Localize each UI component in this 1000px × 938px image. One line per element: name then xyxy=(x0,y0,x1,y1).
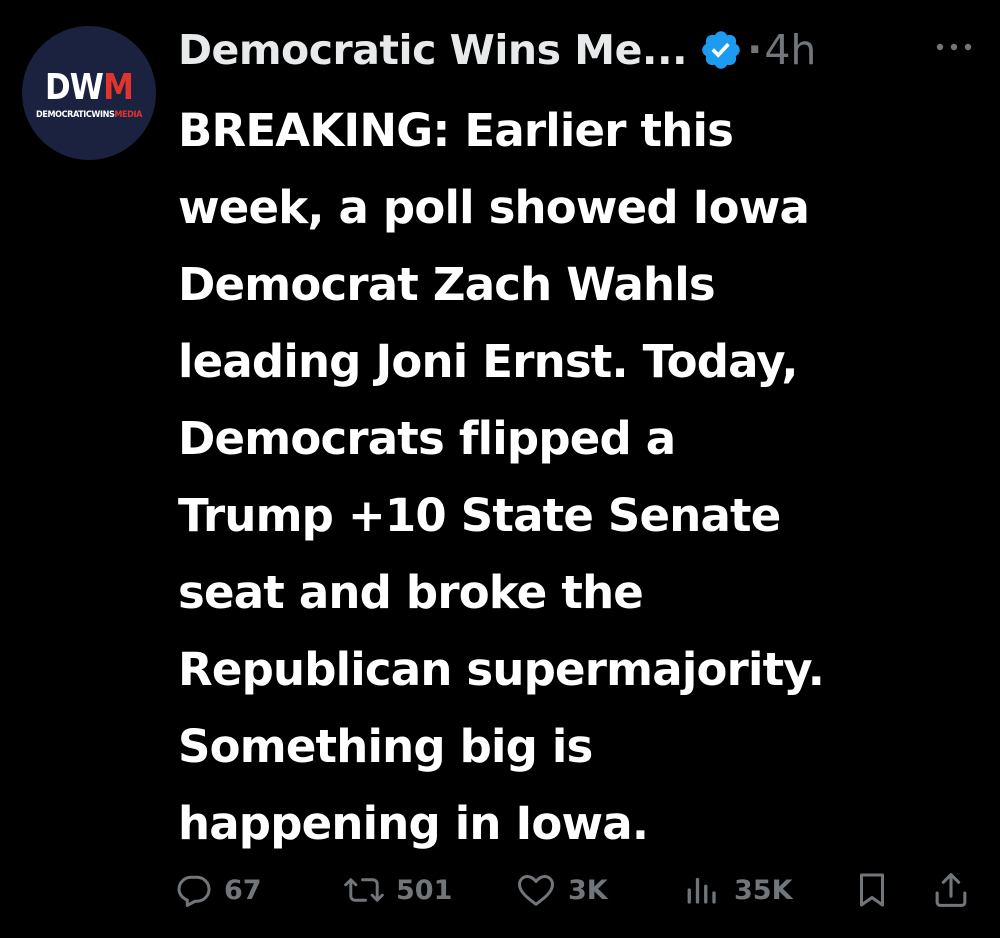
tweet-text-line: happening in Iowa. xyxy=(178,797,649,850)
tweet-header: Democratic Wins Me... · 4h xyxy=(178,20,978,80)
repost-button[interactable]: 501 xyxy=(342,866,452,914)
tweet-text-line: BREAKING: Earlier this xyxy=(178,104,734,157)
more-icon[interactable] xyxy=(932,32,976,62)
tweet-text-line: week, a poll showed Iowa xyxy=(178,181,810,234)
tweet-timestamp[interactable]: 4h xyxy=(764,26,816,74)
repost-count: 501 xyxy=(396,874,453,906)
avatar-wordmark: DEMOCRATICWINSMEDIA xyxy=(36,110,142,120)
tweet-text-line: Something big is xyxy=(178,720,593,773)
bookmark-button[interactable] xyxy=(854,866,890,914)
avatar-monogram: DWM xyxy=(44,67,134,108)
heart-icon xyxy=(516,872,556,908)
tweet-text-line: Republican supermajority. xyxy=(178,643,825,696)
tweet-text-line: leading Joni Ernst. Today, xyxy=(178,335,798,388)
verified-badge-icon[interactable] xyxy=(699,28,743,72)
repost-icon xyxy=(342,872,386,908)
tweet-text-line: Democrats flipped a xyxy=(178,412,676,465)
reply-icon xyxy=(176,872,212,908)
action-bar: 67 501 3K 35K xyxy=(176,866,976,914)
avatar[interactable]: DWM DEMOCRATICWINSMEDIA xyxy=(22,26,156,160)
tweet-text-line: seat and broke the xyxy=(178,566,644,619)
like-button[interactable]: 3K xyxy=(516,866,608,914)
share-button[interactable] xyxy=(932,866,970,914)
header-separator: · xyxy=(747,27,763,73)
tweet-text-line: Trump +10 State Senate xyxy=(178,489,781,542)
tweet-text-line: Democrat Zach Wahls xyxy=(178,258,716,311)
views-count: 35K xyxy=(734,874,793,906)
reply-button[interactable]: 67 xyxy=(176,866,262,914)
views-icon xyxy=(684,872,720,908)
like-count: 3K xyxy=(568,874,608,906)
bookmark-icon xyxy=(854,870,890,910)
author-display-name[interactable]: Democratic Wins Me... xyxy=(178,26,688,74)
tweet-text: BREAKING: Earlier this week, a poll show… xyxy=(178,92,978,862)
reply-count: 67 xyxy=(224,874,262,906)
tweet[interactable]: DWM DEMOCRATICWINSMEDIA Democratic Wins … xyxy=(0,0,1000,938)
share-icon xyxy=(932,870,970,910)
views-button[interactable]: 35K xyxy=(684,866,793,914)
